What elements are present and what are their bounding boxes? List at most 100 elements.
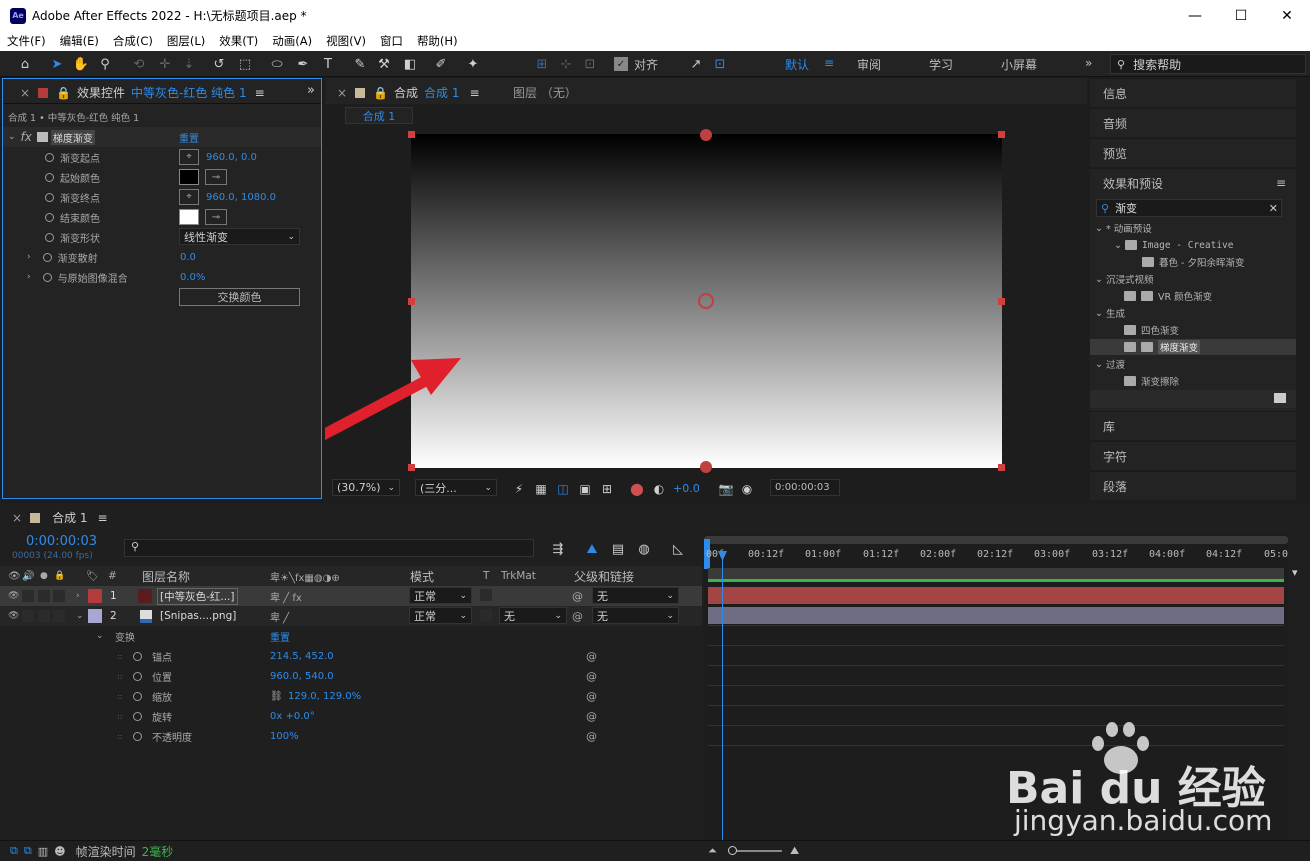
twirl-open-icon[interactable]: ⌄ [76,611,84,621]
start-color-swatch[interactable] [179,169,199,185]
workspace-default[interactable]: 默认 [785,56,809,73]
stopwatch-icon[interactable] [133,671,142,681]
home-icon[interactable]: ⌂ [12,54,38,74]
menu-layer[interactable]: 图层(L) [160,33,212,49]
twirl-open-icon[interactable]: ⌄ [8,132,16,142]
effects-presets-panel-tab[interactable]: 效果和预设 ≡ [1090,168,1296,197]
layer-2-duration-bar[interactable] [708,607,1284,624]
tree-item[interactable]: 四色渐变 [1124,322,1179,338]
time-navigator-bar[interactable] [704,536,1288,544]
lock-toggle[interactable] [53,610,65,622]
panel-menu-icon[interactable]: ≡ [98,511,108,525]
new-folder-icon[interactable] [1274,393,1286,403]
zoom-slider-thumb[interactable] [728,846,737,855]
selection-tool-icon[interactable]: ➤ [46,54,68,74]
effect-reset-link[interactable]: 重置 [179,130,199,145]
audio-toggle[interactable] [22,590,34,602]
menu-help[interactable]: 帮助(H) [410,33,465,49]
show-snapshot-icon[interactable]: ◉ [739,479,755,499]
prop-value[interactable]: 960.0, 540.0 [270,671,334,682]
stopwatch-icon[interactable] [133,731,142,741]
snap-feature-icon[interactable]: ⊡ [710,54,730,74]
stopwatch-icon[interactable] [42,272,52,282]
param-value[interactable]: 960.0, 1080.0 [206,192,276,203]
snapshot-camera-icon[interactable]: 📷 [717,479,735,499]
more-workspaces-icon[interactable]: » [1085,56,1092,70]
current-time-display[interactable]: 0:00:00:03 [770,479,840,496]
twirl-open-icon[interactable]: ⌄ [96,631,104,641]
text-tool-icon[interactable]: T [318,54,338,74]
library-panel-tab[interactable]: 库 [1090,411,1296,440]
expression-pickwhip-icon[interactable]: @ [586,690,597,703]
tree-item[interactable]: 暮色 - 夕阳余晖渐变 [1142,254,1244,270]
panel-menu-icon[interactable]: ≡ [255,86,265,100]
workspace-review[interactable]: 审阅 [857,56,881,73]
world-axis-icon[interactable]: ⊹ [556,54,576,74]
tree-item[interactable]: ⌄ 过渡 [1095,356,1125,372]
stopwatch-icon[interactable] [133,691,142,701]
eyedropper-icon[interactable]: ⊸ [205,209,227,225]
menu-composition[interactable]: 合成(C) [106,33,160,49]
timeline-tab[interactable]: × 合成 1 ≡ [12,509,108,526]
eraser-tool-icon[interactable]: ◧ [400,54,420,74]
crosshair-icon[interactable]: ⌖ [179,189,199,205]
orbit-tool-icon[interactable]: ⟲ [128,54,150,74]
close-tab-icon[interactable]: × [12,511,22,525]
constrain-proportions-icon[interactable]: ⛓ [270,691,283,702]
tree-item-selected[interactable]: 梯度渐变 [1124,339,1201,355]
menu-animation[interactable]: 动画(A) [265,33,319,49]
info-panel-tab[interactable]: 信息 [1090,78,1296,107]
prop-value[interactable]: 129.0, 129.0% [288,691,361,702]
transparency-grid-icon[interactable]: ▦ [533,479,549,499]
parent-dropdown[interactable]: 无 ⌄ [592,587,679,604]
fx-icon[interactable]: fx [21,130,32,144]
blend-mode-dropdown[interactable]: 正常 ⌄ [409,587,472,604]
transform-reset-link[interactable]: 重置 [270,629,290,644]
tree-item[interactable]: ⌄ 生成 [1095,305,1125,321]
search-help-input[interactable]: 搜索帮助 [1133,56,1181,73]
motion-blur-icon[interactable]: ◍ [634,539,654,559]
expression-pickwhip-icon[interactable]: @ [586,710,597,723]
work-area-bar[interactable] [708,568,1284,582]
audio-panel-tab[interactable]: 音频 [1090,108,1296,137]
pick-whip-icon[interactable]: @ [572,610,583,623]
comp-mini-flowchart-icon[interactable]: ⇶ [548,539,568,559]
param-value[interactable]: 0.0 [180,252,196,263]
end-color-swatch[interactable] [179,209,199,225]
expression-pickwhip-icon[interactable]: @ [586,730,597,743]
close-tab-icon[interactable]: × [20,86,30,100]
layer-switches[interactable]: 卑 ╱ fx [270,589,302,604]
stopwatch-icon[interactable] [45,192,54,202]
expression-pickwhip-icon[interactable]: @ [586,670,597,683]
shy-layers-icon[interactable]: ⛰ [582,539,602,559]
clear-search-icon[interactable]: ✕ [1269,202,1278,215]
stopwatch-icon[interactable] [45,212,54,222]
expand-panel-icon[interactable]: » [307,83,315,98]
exposure-value[interactable]: +0.0 [673,482,700,495]
layer-search-field[interactable]: ⚲ [124,539,534,557]
resolution-dropdown[interactable]: (三分... ⌄ [415,479,497,496]
menu-view[interactable]: 视图(V) [319,33,373,49]
stopwatch-icon[interactable] [42,252,52,262]
menu-window[interactable]: 窗口 [373,33,410,49]
layer-row[interactable]: 👁 › 1 [中等灰色-红...] 卑 ╱ fx 正常 ⌄ @ 无 ⌄ [0,586,702,606]
snap-edge-icon[interactable]: ↗ [686,54,706,74]
lock-icon[interactable]: 🔒 [56,86,71,100]
timeline-timecode[interactable]: 0:00:00:03 [26,534,97,549]
track-matte-dropdown[interactable]: 无 ⌄ [499,607,567,624]
solo-toggle[interactable] [38,590,50,602]
blend-mode-dropdown[interactable]: 正常 ⌄ [409,607,472,624]
color-management-icon[interactable]: ◐ [651,479,667,499]
prop-value[interactable]: 0x +0.0° [270,711,315,722]
eyedropper-icon[interactable]: ⊸ [205,169,227,185]
pen-tool-icon[interactable]: ✒ [292,54,314,74]
layer-label-color[interactable] [88,589,102,603]
layer-switches-toggle-icon[interactable]: ⧉ [24,844,32,858]
pan-tool-icon[interactable]: ✛ [154,54,176,74]
effect-name[interactable]: 梯度渐变 [50,129,95,145]
param-value[interactable]: 960.0, 0.0 [206,152,257,163]
tree-item[interactable]: VR 颜色渐变 [1124,288,1212,304]
pick-whip-icon[interactable]: @ [572,590,583,603]
gradient-shape-dropdown[interactable]: 线性渐变 ⌄ [179,228,300,245]
workspace-menu-icon[interactable]: ≡ [824,56,834,70]
